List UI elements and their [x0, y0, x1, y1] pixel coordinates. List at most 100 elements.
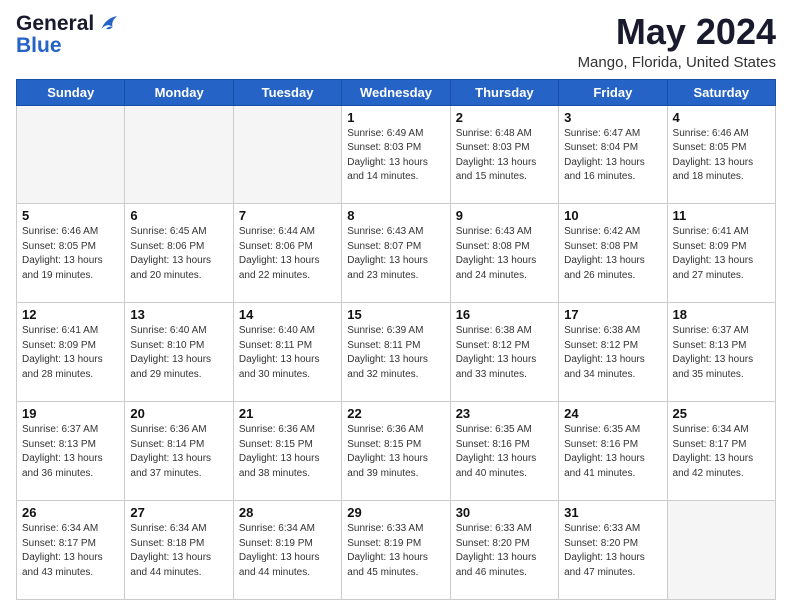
day-info: Sunrise: 6:33 AM Sunset: 8:20 PM Dayligh… [456, 522, 553, 580]
day-info: Sunrise: 6:33 AM Sunset: 8:19 PM Dayligh… [347, 522, 444, 580]
day-number: 8 [347, 208, 444, 223]
day-info: Sunrise: 6:41 AM Sunset: 8:09 PM Dayligh… [673, 225, 770, 283]
table-row: 31Sunrise: 6:33 AM Sunset: 8:20 PM Dayli… [559, 501, 667, 600]
day-number: 10 [564, 208, 661, 223]
table-row: 1Sunrise: 6:49 AM Sunset: 8:03 PM Daylig… [342, 105, 450, 204]
table-row: 3 Sunrise: 6:47 AM Sunset: 8:04 PM Daylig… [559, 105, 667, 204]
day-number: 16 [456, 307, 553, 322]
day-info: Sunrise: 6:36 AM Sunset: 8:15 PM Dayligh… [347, 423, 444, 481]
col-wednesday: Wednesday [342, 79, 450, 105]
col-tuesday: Tuesday [233, 79, 341, 105]
day-number: 21 [239, 406, 336, 421]
day-number: 11 [673, 208, 770, 223]
table-row [233, 105, 341, 204]
day-info: Sunrise: 6:45 AM Sunset: 8:06 PM Dayligh… [130, 225, 227, 283]
table-row: 30 Sunrise: 6:33 AM Sunset: 8:20 PM Dayli… [450, 501, 558, 600]
calendar-header-row: Sunday Monday Tuesday Wednesday Thursday… [17, 79, 776, 105]
logo-blue: Blue [16, 34, 120, 58]
day-info: Sunrise: 6:35 AM Sunset: 8:16 PM Dayligh… [456, 423, 553, 481]
table-row: 27 Sunrise: 6:34 AM Sunset: 8:18 PM Dayli… [125, 501, 233, 600]
day-info: Sunrise: 6:46 AM Sunset: 8:05 PM Dayligh… [673, 127, 770, 185]
day-number: 19 [22, 406, 119, 421]
table-row [125, 105, 233, 204]
calendar-week-row: 19 Sunrise: 6:37 AM Sunset: 8:13 PM Dayli… [17, 402, 776, 501]
title-block: May 2024 Mango, Florida, United States [578, 12, 776, 71]
table-row: 25Sunrise: 6:34 AM Sunset: 8:17 PM Dayli… [667, 402, 775, 501]
day-info: Sunrise: 6:42 AM Sunset: 8:08 PM Dayligh… [564, 225, 661, 283]
table-row: 2Sunrise: 6:48 AM Sunset: 8:03 PM Daylig… [450, 105, 558, 204]
table-row: 26Sunrise: 6:34 AM Sunset: 8:17 PM Dayli… [17, 501, 125, 600]
day-info: Sunrise: 6:37 AM Sunset: 8:13 PM Dayligh… [673, 324, 770, 382]
day-number: 22 [347, 406, 444, 421]
calendar-week-row: 26Sunrise: 6:34 AM Sunset: 8:17 PM Dayli… [17, 501, 776, 600]
table-row: 29 Sunrise: 6:33 AM Sunset: 8:19 PM Dayli… [342, 501, 450, 600]
logo-text: General [16, 12, 120, 36]
day-number: 25 [673, 406, 770, 421]
col-thursday: Thursday [450, 79, 558, 105]
day-number: 6 [130, 208, 227, 223]
table-row: 8 Sunrise: 6:43 AM Sunset: 8:07 PM Daylig… [342, 204, 450, 303]
day-info: Sunrise: 6:41 AM Sunset: 8:09 PM Dayligh… [22, 324, 119, 382]
logo: General Blue [16, 12, 120, 58]
header: General Blue May 2024 Mango, Florida, Un… [16, 12, 776, 71]
day-info: Sunrise: 6:44 AM Sunset: 8:06 PM Dayligh… [239, 225, 336, 283]
table-row: 12 Sunrise: 6:41 AM Sunset: 8:09 PM Dayli… [17, 303, 125, 402]
calendar-table: Sunday Monday Tuesday Wednesday Thursday… [16, 79, 776, 600]
day-number: 29 [347, 505, 444, 520]
col-sunday: Sunday [17, 79, 125, 105]
day-info: Sunrise: 6:36 AM Sunset: 8:14 PM Dayligh… [130, 423, 227, 481]
day-info: Sunrise: 6:36 AM Sunset: 8:15 PM Dayligh… [239, 423, 336, 481]
main-title: May 2024 [578, 12, 776, 52]
table-row: 22 Sunrise: 6:36 AM Sunset: 8:15 PM Dayli… [342, 402, 450, 501]
day-number: 14 [239, 307, 336, 322]
day-info: Sunrise: 6:38 AM Sunset: 8:12 PM Dayligh… [456, 324, 553, 382]
day-info: Sunrise: 6:39 AM Sunset: 8:11 PM Dayligh… [347, 324, 444, 382]
day-info: Sunrise: 6:38 AM Sunset: 8:12 PM Dayligh… [564, 324, 661, 382]
table-row: 16 Sunrise: 6:38 AM Sunset: 8:12 PM Dayli… [450, 303, 558, 402]
day-number: 4 [673, 110, 770, 125]
day-number: 28 [239, 505, 336, 520]
table-row: 23Sunrise: 6:35 AM Sunset: 8:16 PM Dayli… [450, 402, 558, 501]
logo-bird-icon [94, 13, 120, 35]
table-row: 11 Sunrise: 6:41 AM Sunset: 8:09 PM Dayli… [667, 204, 775, 303]
table-row: 17 Sunrise: 6:38 AM Sunset: 8:12 PM Dayli… [559, 303, 667, 402]
table-row: 5Sunrise: 6:46 AM Sunset: 8:05 PM Daylig… [17, 204, 125, 303]
table-row [667, 501, 775, 600]
page: General Blue May 2024 Mango, Florida, Un… [0, 0, 792, 612]
day-info: Sunrise: 6:40 AM Sunset: 8:10 PM Dayligh… [130, 324, 227, 382]
day-number: 15 [347, 307, 444, 322]
table-row: 24Sunrise: 6:35 AM Sunset: 8:16 PM Dayli… [559, 402, 667, 501]
calendar-week-row: 5Sunrise: 6:46 AM Sunset: 8:05 PM Daylig… [17, 204, 776, 303]
day-info: Sunrise: 6:43 AM Sunset: 8:07 PM Dayligh… [347, 225, 444, 283]
day-number: 27 [130, 505, 227, 520]
table-row: 4 Sunrise: 6:46 AM Sunset: 8:05 PM Daylig… [667, 105, 775, 204]
day-number: 9 [456, 208, 553, 223]
day-number: 30 [456, 505, 553, 520]
table-row: 20 Sunrise: 6:36 AM Sunset: 8:14 PM Dayli… [125, 402, 233, 501]
day-info: Sunrise: 6:34 AM Sunset: 8:19 PM Dayligh… [239, 522, 336, 580]
subtitle: Mango, Florida, United States [578, 54, 776, 71]
table-row: 10 Sunrise: 6:42 AM Sunset: 8:08 PM Dayli… [559, 204, 667, 303]
day-number: 20 [130, 406, 227, 421]
table-row: 13Sunrise: 6:40 AM Sunset: 8:10 PM Dayli… [125, 303, 233, 402]
table-row: 28 Sunrise: 6:34 AM Sunset: 8:19 PM Dayli… [233, 501, 341, 600]
day-number: 3 [564, 110, 661, 125]
day-info: Sunrise: 6:47 AM Sunset: 8:04 PM Dayligh… [564, 127, 661, 185]
day-info: Sunrise: 6:37 AM Sunset: 8:13 PM Dayligh… [22, 423, 119, 481]
table-row: 7 Sunrise: 6:44 AM Sunset: 8:06 PM Daylig… [233, 204, 341, 303]
day-number: 5 [22, 208, 119, 223]
day-info: Sunrise: 6:35 AM Sunset: 8:16 PM Dayligh… [564, 423, 661, 481]
day-info: Sunrise: 6:34 AM Sunset: 8:18 PM Dayligh… [130, 522, 227, 580]
day-info: Sunrise: 6:49 AM Sunset: 8:03 PM Dayligh… [347, 127, 444, 185]
table-row: 21 Sunrise: 6:36 AM Sunset: 8:15 PM Dayli… [233, 402, 341, 501]
day-number: 7 [239, 208, 336, 223]
day-number: 12 [22, 307, 119, 322]
col-friday: Friday [559, 79, 667, 105]
table-row: 14 Sunrise: 6:40 AM Sunset: 8:11 PM Dayli… [233, 303, 341, 402]
day-number: 17 [564, 307, 661, 322]
day-info: Sunrise: 6:40 AM Sunset: 8:11 PM Dayligh… [239, 324, 336, 382]
day-number: 31 [564, 505, 661, 520]
col-monday: Monday [125, 79, 233, 105]
table-row: 18Sunrise: 6:37 AM Sunset: 8:13 PM Dayli… [667, 303, 775, 402]
day-info: Sunrise: 6:43 AM Sunset: 8:08 PM Dayligh… [456, 225, 553, 283]
